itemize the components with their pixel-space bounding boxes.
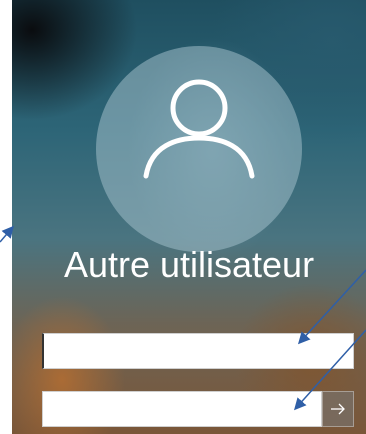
- arrow-right-icon: [331, 403, 345, 415]
- avatar: [96, 46, 302, 252]
- username-field[interactable]: [42, 333, 354, 369]
- sign-in-button[interactable]: [322, 391, 354, 427]
- user-icon: [143, 79, 255, 179]
- screenshot: Autre utilisateur: [0, 0, 366, 434]
- login-screen: Autre utilisateur: [12, 0, 366, 434]
- password-field[interactable]: [42, 391, 322, 427]
- annotation-arrow-left: [0, 225, 14, 243]
- account-name: Autre utilisateur: [63, 244, 315, 285]
